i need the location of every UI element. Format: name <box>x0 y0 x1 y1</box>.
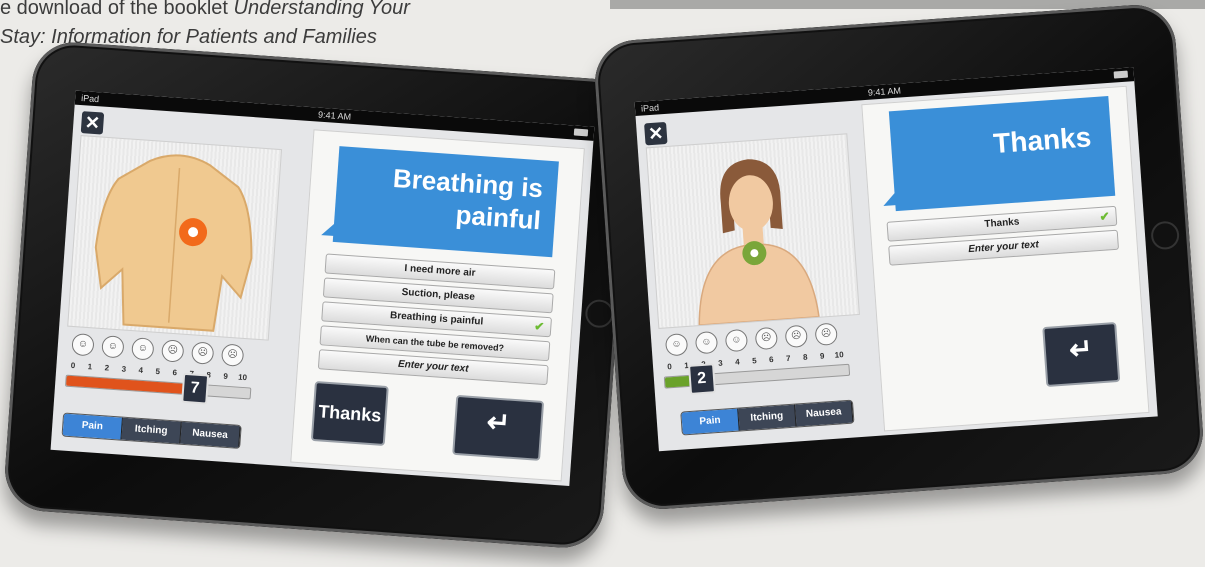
ipad-left: iPad 9:41 AM ✕ ☺ ☺ ☺ ☹ ☹ ☹ 012345678910 <box>2 39 634 551</box>
checkmark-icon: ✔ <box>533 319 545 334</box>
back-button[interactable]: ↵ <box>452 394 545 461</box>
tab-pain[interactable]: Pain <box>681 408 740 435</box>
pain-scale-thumb[interactable]: 2 <box>687 363 716 395</box>
checkmark-icon: ✔ <box>1099 209 1111 224</box>
ipad-left-screen: iPad 9:41 AM ✕ ☺ ☺ ☺ ☹ ☹ ☹ 012345678910 <box>50 90 595 486</box>
tab-nausea[interactable]: Nausea <box>180 421 241 448</box>
back-button[interactable]: ↵ <box>1042 322 1121 388</box>
face-icon[interactable]: ☹ <box>814 322 838 347</box>
thanks-button[interactable]: Thanks <box>310 380 389 447</box>
return-arrow-icon: ↵ <box>1068 332 1094 366</box>
caption-line-1: e download of the booklet Understanding … <box>0 0 410 19</box>
female-figure <box>698 159 820 326</box>
pain-scale-thumb[interactable]: 7 <box>180 372 209 405</box>
face-icon[interactable]: ☺ <box>724 328 749 353</box>
face-icon[interactable]: ☹ <box>190 341 215 365</box>
face-icon[interactable]: ☺ <box>101 335 125 359</box>
face-icon[interactable]: ☹ <box>784 324 809 349</box>
ipad-right: iPad 9:41 AM ✕ ☺ ☺ ☺ ☹ ☹ ☹ 012345678910 <box>592 2 1205 512</box>
battery-icon <box>1113 70 1129 79</box>
tab-pain[interactable]: Pain <box>62 413 123 440</box>
close-button[interactable]: ✕ <box>644 121 668 146</box>
bubble-text: Thanks <box>992 121 1093 160</box>
tab-nausea[interactable]: Nausea <box>795 400 854 427</box>
tab-itching[interactable]: Itching <box>121 417 182 444</box>
face-icon[interactable]: ☺ <box>131 337 155 361</box>
face-icon[interactable]: ☹ <box>754 326 779 351</box>
message-bubble: Thanks <box>888 96 1116 212</box>
response-panel: Thanks Thanks ✔ Enter your text ↵ <box>861 85 1150 432</box>
face-icon[interactable]: ☹ <box>160 339 185 363</box>
face-icon[interactable]: ☺ <box>694 330 719 355</box>
body-figure-panel <box>67 135 283 341</box>
face-icon[interactable]: ☺ <box>71 332 95 357</box>
body-figure-panel <box>645 133 860 329</box>
ipad-right-screen: iPad 9:41 AM ✕ ☺ ☺ ☺ ☹ ☹ ☹ 012345678910 <box>634 67 1158 452</box>
close-button[interactable]: ✕ <box>80 111 105 135</box>
symptom-tabs: Pain Itching Nausea <box>61 412 242 449</box>
back-torso-figure <box>94 154 253 332</box>
home-button[interactable] <box>1150 220 1181 251</box>
return-arrow-icon: ↵ <box>485 406 512 439</box>
battery-icon <box>573 128 589 137</box>
tab-itching[interactable]: Itching <box>738 404 797 431</box>
face-icon[interactable]: ☺ <box>664 332 689 357</box>
message-bubble: Breathing is painful <box>332 146 559 258</box>
pain-scale-fill <box>66 375 196 395</box>
face-icon[interactable]: ☹ <box>220 343 245 367</box>
response-panel: Breathing is painful I need more air Suc… <box>290 129 585 482</box>
symptom-tabs: Pain Itching Nausea <box>680 399 855 436</box>
